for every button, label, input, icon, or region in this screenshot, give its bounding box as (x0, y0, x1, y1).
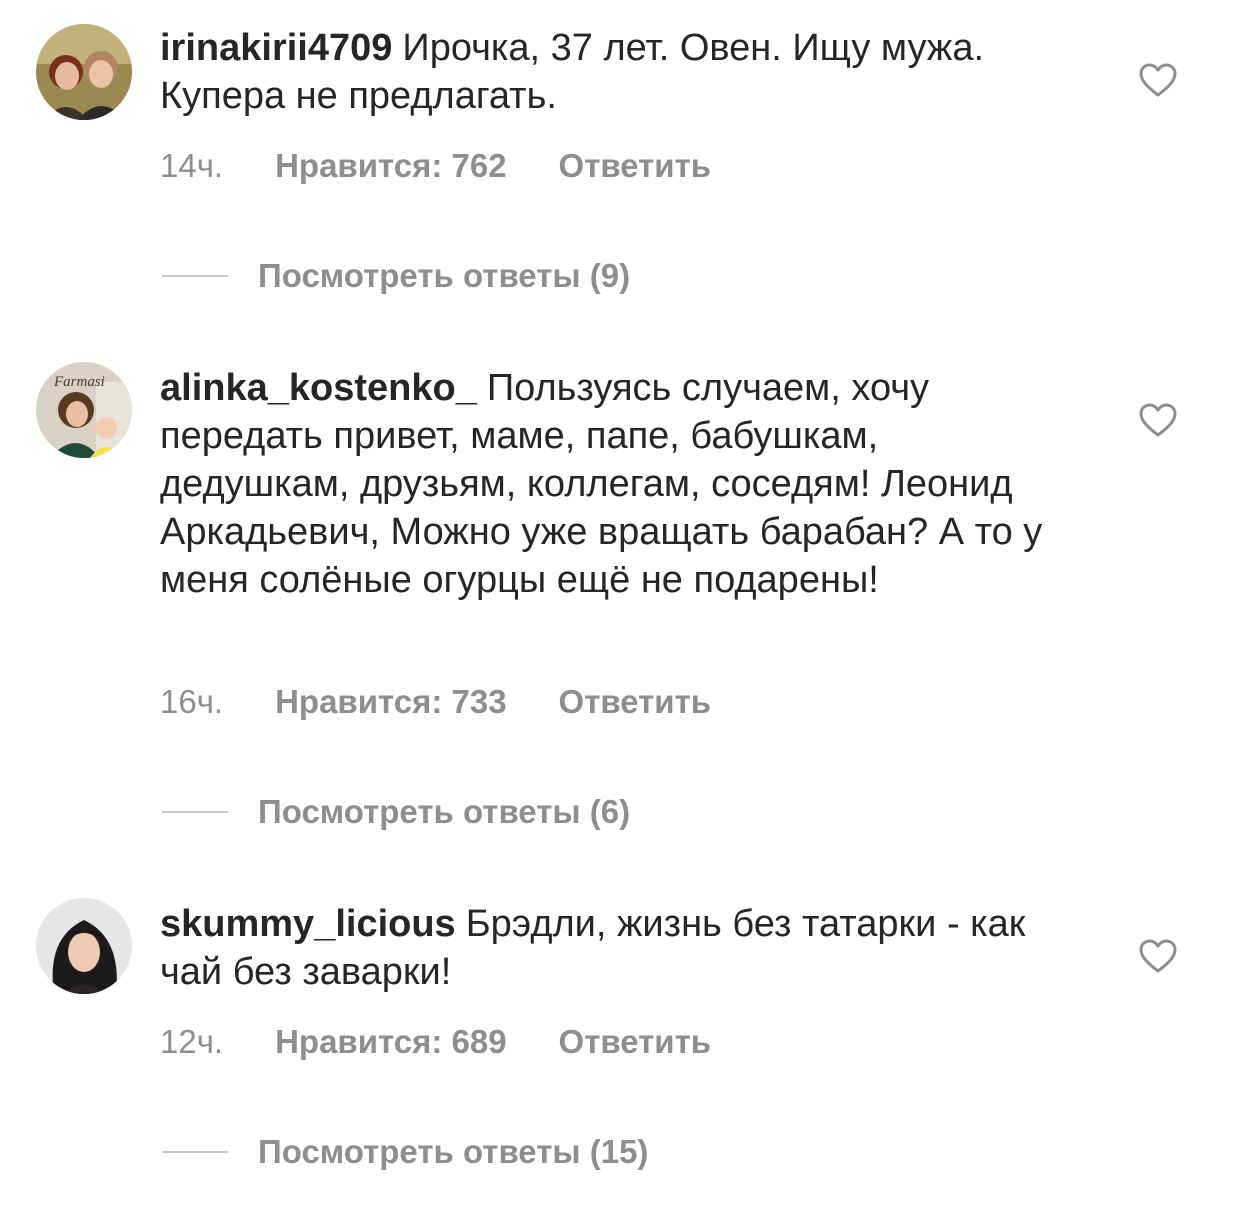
like-heart-icon[interactable] (1138, 402, 1178, 438)
view-replies-label: Посмотреть ответы (15) (258, 1133, 649, 1170)
comment-text: skummy_licious Брэдли, жизнь без татарки … (160, 900, 1070, 996)
view-replies-button[interactable]: Посмотреть ответы (15) (162, 1132, 648, 1172)
avatar[interactable]: Farmasi (36, 362, 132, 458)
reply-button[interactable]: Ответить (559, 146, 712, 186)
reply-button[interactable]: Ответить (559, 682, 712, 722)
comment-meta: 12ч. Нравится: 689 Ответить (160, 1022, 711, 1062)
comment-meta: 14ч. Нравится: 762 Ответить (160, 146, 711, 186)
view-replies-button[interactable]: Посмотреть ответы (9) (162, 256, 630, 296)
comment-meta: 16ч. Нравится: 733 Ответить (160, 682, 711, 722)
comment-time: 14ч. (160, 147, 224, 184)
two-women-photo-icon (36, 24, 132, 120)
woman-with-baby-photo-icon: Farmasi (36, 362, 132, 458)
reply-button[interactable]: Ответить (559, 1022, 712, 1062)
replies-divider (162, 275, 228, 278)
farmasi-logo: Farmasi (53, 374, 105, 390)
comment-likes[interactable]: Нравится: 733 (275, 682, 506, 722)
comment-text: irinakirii4709 Ирочка, 37 лет. Овен. Ищу … (160, 24, 1070, 120)
view-replies-button[interactable]: Посмотреть ответы (6) (162, 792, 630, 832)
replies-divider (162, 1151, 228, 1154)
comment-username[interactable]: skummy_licious (160, 903, 456, 945)
comment-time: 16ч. (160, 683, 224, 720)
like-heart-icon[interactable] (1138, 62, 1178, 98)
comment-likes[interactable]: Нравится: 762 (275, 146, 506, 186)
comment-username[interactable]: irinakirii4709 (160, 27, 392, 69)
woman-portrait-photo-icon (36, 898, 132, 994)
avatar[interactable] (36, 24, 132, 120)
view-replies-label: Посмотреть ответы (9) (258, 257, 631, 294)
comment-text: alinka_kostenko_ Пользуясь случаем, хочу … (160, 364, 1070, 604)
like-heart-icon[interactable] (1138, 938, 1178, 974)
replies-divider (162, 811, 228, 814)
avatar[interactable] (36, 898, 132, 994)
comment-likes[interactable]: Нравится: 689 (275, 1022, 506, 1062)
view-replies-label: Посмотреть ответы (6) (258, 793, 631, 830)
comment-time: 12ч. (160, 1023, 224, 1060)
comment-username[interactable]: alinka_kostenko_ (160, 367, 477, 409)
